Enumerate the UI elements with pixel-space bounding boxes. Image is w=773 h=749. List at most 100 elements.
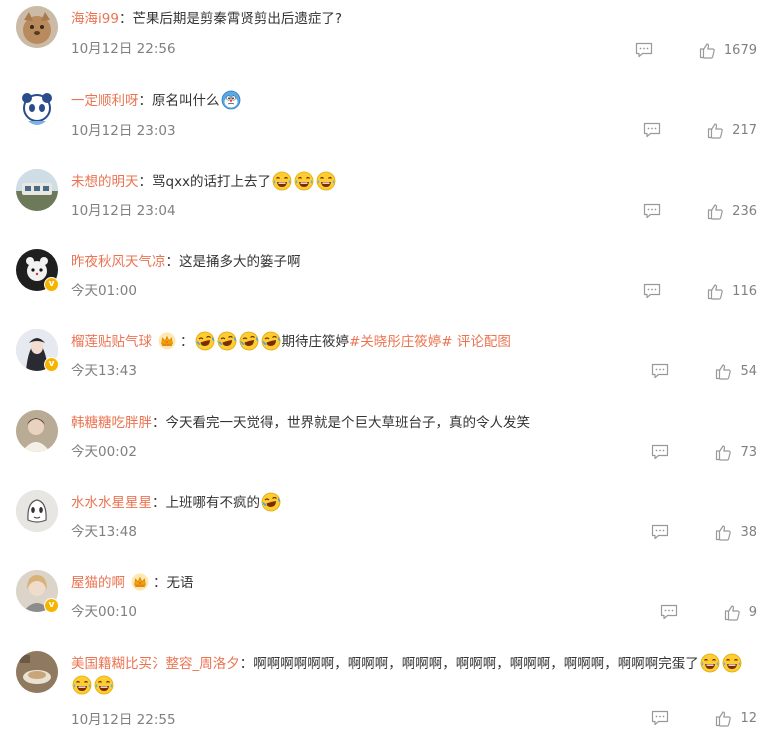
comment-actions: 217: [643, 120, 757, 140]
laugh-cry-emoji: [294, 171, 314, 191]
comment-time: 10月12日 22:55: [71, 712, 176, 728]
reply-icon[interactable]: [643, 122, 661, 138]
comment-content: 榴莲贴贴气球 ： 期待庄筱婷#关晓彤庄筱婷# 评论配图: [71, 331, 759, 353]
comment-time: 今天13:48: [71, 524, 137, 540]
comment-time: 今天00:10: [71, 604, 137, 620]
reply-icon[interactable]: [651, 444, 669, 460]
username-link[interactable]: 海海i99: [71, 11, 119, 27]
tears-of-joy-emoji: [217, 331, 237, 351]
comment-actions: 1679: [635, 40, 757, 60]
separator: ：: [153, 575, 167, 591]
username-link[interactable]: 榴莲贴贴气球: [71, 334, 152, 350]
comment-text: 这是捅多大的篓子啊: [179, 254, 301, 270]
comment-image-link[interactable]: 评论配图: [453, 334, 511, 350]
laugh-cry-emoji: [700, 653, 720, 673]
like-icon[interactable]: [715, 444, 732, 461]
separator: ：: [138, 93, 153, 109]
like-count: 9: [748, 604, 757, 620]
reply-icon[interactable]: [660, 604, 678, 620]
username-link[interactable]: 一定顺利呀: [71, 93, 139, 109]
tears-of-joy-emoji: [261, 331, 281, 351]
laugh-cry-emoji: [72, 675, 92, 695]
comment-content: 一定顺利呀：原名叫什么: [71, 90, 759, 112]
like-count: 54: [740, 363, 757, 379]
tears-of-joy-emoji: [195, 331, 215, 351]
reply-icon[interactable]: [643, 283, 661, 299]
username-link[interactable]: 未想的明天: [71, 174, 139, 190]
separator: ：: [239, 656, 254, 672]
like-count: 236: [732, 203, 757, 219]
hashtag-link[interactable]: #关晓彤庄筱婷#: [349, 334, 453, 350]
tears-of-joy-emoji: [239, 331, 259, 351]
comment-actions: 116: [643, 281, 757, 301]
crown-icon: [158, 332, 176, 350]
comment-actions: 73: [651, 442, 757, 462]
like-icon[interactable]: [707, 203, 724, 220]
separator: ：: [118, 11, 133, 27]
comment-time: 今天01:00: [71, 283, 137, 299]
comment-content: 美国籍糊比买氵整容_周洛夕：啊啊啊啊啊啊，啊啊啊，啊啊啊，啊啊啊，啊啊啊，啊啊啊…: [71, 653, 759, 697]
like-count: 217: [732, 122, 757, 138]
comment-text: 芒果后期是剪秦霄贤剪出后遗症了?: [132, 11, 343, 27]
comment-content: 屋猫的啊 ：无语: [71, 572, 759, 594]
laugh-cry-emoji: [272, 171, 292, 191]
like-icon[interactable]: [707, 283, 724, 300]
laugh-cry-emoji: [316, 171, 336, 191]
avatar[interactable]: [16, 169, 58, 211]
avatar[interactable]: [16, 88, 58, 130]
comment-actions: 9: [660, 602, 757, 622]
verified-badge: v: [44, 277, 59, 292]
comment-time: 10月12日 23:04: [71, 203, 176, 219]
reply-icon[interactable]: [643, 203, 661, 219]
like-icon[interactable]: [715, 524, 732, 541]
reply-icon[interactable]: [635, 42, 653, 58]
comment-content: 海海i99：芒果后期是剪秦霄贤剪出后遗症了?: [71, 8, 759, 30]
username-link[interactable]: 水水水星星星: [71, 495, 152, 511]
comment-text: 上班哪有不疯的: [165, 495, 261, 511]
comment-time: 10月12日 23:03: [71, 123, 176, 139]
avatar[interactable]: [16, 410, 58, 452]
like-count: 12: [740, 710, 757, 726]
like-icon[interactable]: [699, 42, 716, 59]
comment-actions: 12: [651, 708, 757, 728]
separator: ：: [152, 495, 166, 511]
verified-badge: v: [44, 357, 59, 372]
like-icon[interactable]: [715, 710, 732, 727]
comment-text: 骂qxx的话打上去了: [152, 174, 272, 190]
laugh-cry-emoji: [722, 653, 742, 673]
reply-icon[interactable]: [651, 710, 669, 726]
tears-of-joy-emoji: [261, 492, 281, 512]
comment-content: 韩糖糖吃胖胖：今天看完一天觉得，世界就是个巨大草班台子，真的令人发笑: [71, 412, 759, 434]
like-icon[interactable]: [707, 122, 724, 139]
laugh-cry-emoji: [94, 675, 114, 695]
avatar[interactable]: [16, 651, 58, 693]
comment-actions: 38: [651, 522, 757, 542]
comment-text: 原名叫什么: [152, 93, 220, 109]
username-link[interactable]: 屋猫的啊: [71, 575, 125, 591]
comment-content: 未想的明天：骂qxx的话打上去了: [71, 171, 759, 193]
like-icon[interactable]: [715, 363, 732, 380]
username-link[interactable]: 昨夜秋风天气凉: [71, 254, 166, 270]
separator: ：: [180, 334, 194, 350]
comment-content: 水水水星星星：上班哪有不疯的: [71, 492, 759, 514]
username-link[interactable]: 美国籍糊比买氵整容_周洛夕: [71, 656, 240, 672]
like-count: 1679: [723, 42, 757, 58]
comment-text: 今天看完一天觉得，世界就是个巨大草班台子，真的令人发笑: [165, 415, 531, 431]
crown-icon: [131, 573, 149, 591]
separator: ：: [165, 254, 180, 270]
comment-text: 无语: [166, 575, 194, 591]
comment-text: 期待庄筱婷: [281, 334, 350, 350]
separator: ：: [138, 174, 153, 190]
comment-text: 啊啊啊啊啊啊，啊啊啊，啊啊啊，啊啊啊，啊啊啊，啊啊啊，啊啊啊完蛋了: [253, 656, 699, 672]
avatar[interactable]: [16, 490, 58, 532]
like-count: 38: [740, 524, 757, 540]
like-icon[interactable]: [724, 604, 741, 621]
like-count: 116: [732, 283, 757, 299]
comment-image-label: 评论配图: [456, 334, 511, 350]
username-link[interactable]: 韩糖糖吃胖胖: [71, 415, 152, 431]
avatar[interactable]: [16, 6, 58, 48]
comment-content: 昨夜秋风天气凉：这是捅多大的篓子啊: [71, 251, 759, 273]
reply-icon[interactable]: [651, 524, 669, 540]
comment-time: 10月12日 22:56: [71, 41, 176, 57]
reply-icon[interactable]: [651, 363, 669, 379]
